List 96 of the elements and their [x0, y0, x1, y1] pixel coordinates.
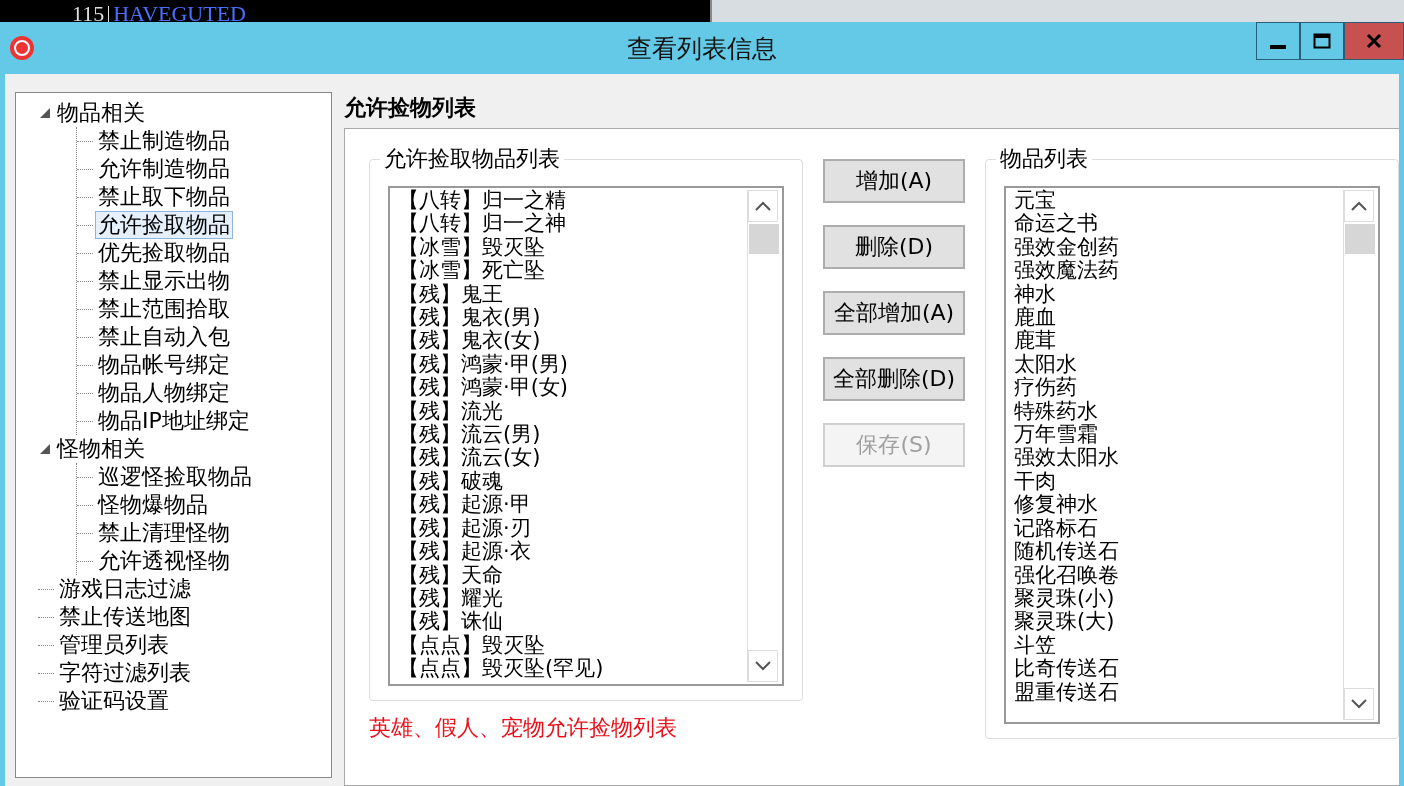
list-item[interactable]: 记路标石 — [1014, 516, 1337, 541]
tree-item[interactable]: 验证码设置 — [56, 687, 172, 715]
note-text: 英雄、假人、宠物允许捡物列表 — [369, 714, 678, 742]
list-item[interactable]: 盟重传送石 — [1014, 680, 1337, 704]
minimize-icon — [1270, 45, 1286, 49]
group-title: 允许捡取物品列表 — [380, 146, 564, 172]
list-item[interactable]: 【残】天命 — [398, 563, 741, 587]
list-item[interactable]: 强效魔法药 — [1014, 259, 1337, 283]
tree-item[interactable]: 禁止显示出物 — [95, 267, 233, 295]
list-item[interactable]: 【点点】毁灭坠 — [398, 633, 741, 658]
tree-item[interactable]: 禁止范围拾取 — [95, 295, 233, 323]
list-item[interactable]: 【残】起源·甲 — [398, 493, 741, 517]
scrollbar-thumb[interactable] — [1345, 224, 1375, 254]
list-item[interactable]: 【残】流云(男) — [398, 423, 741, 447]
expanded-triangle-icon[interactable] — [38, 106, 52, 120]
chevron-down-icon — [755, 661, 771, 671]
list-item[interactable]: 【残】起源·刃 — [398, 516, 741, 541]
list-item[interactable]: 【残】流光 — [398, 399, 741, 424]
list-item[interactable]: 【八转】归一之精 — [398, 189, 741, 213]
close-button[interactable] — [1344, 22, 1404, 60]
action-button[interactable]: 增加(A) — [823, 159, 965, 203]
action-button[interactable]: 删除(D) — [823, 225, 965, 269]
tree-item[interactable]: 游戏日志过滤 — [56, 575, 194, 603]
tree-item[interactable]: 禁止传送地图 — [56, 603, 194, 631]
list-item[interactable]: 【冰雪】毁灭坠 — [398, 235, 741, 260]
list-item[interactable]: 命运之书 — [1014, 212, 1337, 236]
list-item[interactable]: 【残】诛仙 — [398, 610, 741, 634]
tree-item[interactable]: 禁止清理怪物 — [95, 519, 233, 547]
list-item[interactable]: 太阳水 — [1014, 352, 1337, 377]
list-item[interactable]: 特殊药水 — [1014, 399, 1337, 424]
tree-item[interactable]: 允许捡取物品 — [95, 211, 233, 239]
list-item[interactable]: 【残】鬼王 — [398, 282, 741, 307]
list-item[interactable]: 【残】鬼衣(男) — [398, 306, 741, 330]
tree-item[interactable]: 巡逻怪捡取物品 — [95, 463, 255, 491]
list-item[interactable]: 修复神水 — [1014, 493, 1337, 517]
tree-item[interactable]: 禁止取下物品 — [95, 183, 233, 211]
app-icon — [9, 35, 35, 61]
list-item[interactable]: 【冰雪】死亡坠 — [398, 259, 741, 283]
chevron-down-icon — [1351, 699, 1367, 709]
list-item[interactable]: 【残】耀光 — [398, 586, 741, 611]
tree-item[interactable]: 物品相关 — [54, 99, 148, 127]
scroll-down-button[interactable] — [1344, 688, 1374, 720]
tree-item[interactable]: 允许透视怪物 — [95, 547, 233, 575]
list-item[interactable]: 比奇传送石 — [1014, 657, 1337, 681]
action-button[interactable]: 全部删除(D) — [823, 357, 965, 401]
list-item[interactable]: 强效金创药 — [1014, 235, 1337, 260]
list-item[interactable]: 【残】破魂 — [398, 469, 741, 494]
list-item[interactable]: 万年雪霜 — [1014, 423, 1337, 447]
window-title: 查看列表信息 — [627, 32, 777, 65]
list-item[interactable]: 斗笠 — [1014, 633, 1337, 658]
tree-item[interactable]: 优先捡取物品 — [95, 239, 233, 267]
chevron-up-icon — [755, 201, 771, 211]
scroll-down-button[interactable] — [748, 650, 778, 682]
list-item[interactable]: 强效太阳水 — [1014, 446, 1337, 470]
scroll-up-button[interactable] — [748, 190, 778, 222]
tree-item[interactable]: 管理员列表 — [56, 631, 172, 659]
tree-item[interactable]: 怪物相关 — [54, 435, 148, 463]
scrollbar-thumb[interactable] — [749, 224, 779, 254]
list-item[interactable]: 【残】起源·衣 — [398, 540, 741, 564]
list-item[interactable]: 干肉 — [1014, 469, 1337, 494]
list-box[interactable]: 【八转】归一之精 【八转】归一之神 【冰雪】毁灭坠 【冰雪】死亡坠 【残】鬼王 【残】鬼衣(男) 【残】鬼衣(女) 【残】鸿蒙·甲(男) 【残】鸿蒙·甲(女) 【残】流光 【残】流云(男) 【残】流云(女) 【残】破魂 【残】起源·甲 【残】起源·刃 【残】起源·衣 【残】天命 【残】耀光 【残】诛仙 【点点】毁灭坠 【点点】毁灭坠(罕见) — [388, 186, 784, 686]
list-item[interactable]: 鹿茸 — [1014, 329, 1337, 353]
maximize-icon — [1313, 33, 1331, 49]
list-item[interactable]: 【残】鸿蒙·甲(男) — [398, 352, 741, 377]
tree-item[interactable]: 禁止制造物品 — [95, 127, 233, 155]
list-item[interactable]: 疗伤药 — [1014, 376, 1337, 400]
list-item[interactable]: 【残】鬼衣(女) — [398, 329, 741, 353]
list-item[interactable]: 【八转】归一之神 — [398, 212, 741, 236]
list-item[interactable]: 【残】流云(女) — [398, 446, 741, 470]
expanded-triangle-icon[interactable] — [38, 442, 52, 456]
list-item[interactable]: 元宝 — [1014, 189, 1337, 213]
minimize-button[interactable] — [1256, 22, 1300, 60]
list-item[interactable]: 聚灵珠(大) — [1014, 610, 1337, 634]
tree-item[interactable]: 允许制造物品 — [95, 155, 233, 183]
list-item[interactable]: 【点点】毁灭坠(罕见) — [398, 657, 741, 681]
list-item[interactable]: 【残】鸿蒙·甲(女) — [398, 376, 741, 400]
close-icon — [1366, 33, 1382, 49]
background-window-text: HAVEGUTED — [112, 6, 246, 22]
scroll-up-button[interactable] — [1344, 190, 1374, 222]
tree-item[interactable]: 物品人物绑定 — [95, 379, 233, 407]
chevron-up-icon — [1351, 201, 1367, 211]
list-box[interactable]: 元宝 命运之书 强效金创药 强效魔法药 神水 鹿血 鹿茸 太阳水 疗伤药 特殊药水 万年雪霜 强效太阳水 干肉 修复神水 记路标石 随机传送石 强化召唤卷 聚灵珠(小) 聚灵珠(大) 斗笠 比奇传送石 盟重传送石 — [1004, 186, 1380, 724]
tree-item[interactable]: 字符过滤列表 — [56, 659, 194, 687]
action-button[interactable]: 全部增加(A) — [823, 291, 965, 335]
group-title: 物品列表 — [996, 146, 1092, 172]
list-item[interactable]: 聚灵珠(小) — [1014, 586, 1337, 611]
maximize-button[interactable] — [1300, 22, 1344, 60]
list-item[interactable]: 神水 — [1014, 282, 1337, 307]
list-item[interactable]: 鹿血 — [1014, 306, 1337, 330]
panel-title: 允许捡物列表 — [344, 95, 476, 120]
tree-item[interactable]: 怪物爆物品 — [95, 491, 211, 519]
tree-item[interactable]: 物品帐号绑定 — [95, 351, 233, 379]
list-item[interactable]: 强化召唤卷 — [1014, 563, 1337, 587]
tree-item[interactable]: 物品IP地址绑定 — [95, 407, 253, 435]
tree-item[interactable]: 禁止自动入包 — [95, 323, 233, 351]
list-item[interactable]: 随机传送石 — [1014, 540, 1337, 564]
